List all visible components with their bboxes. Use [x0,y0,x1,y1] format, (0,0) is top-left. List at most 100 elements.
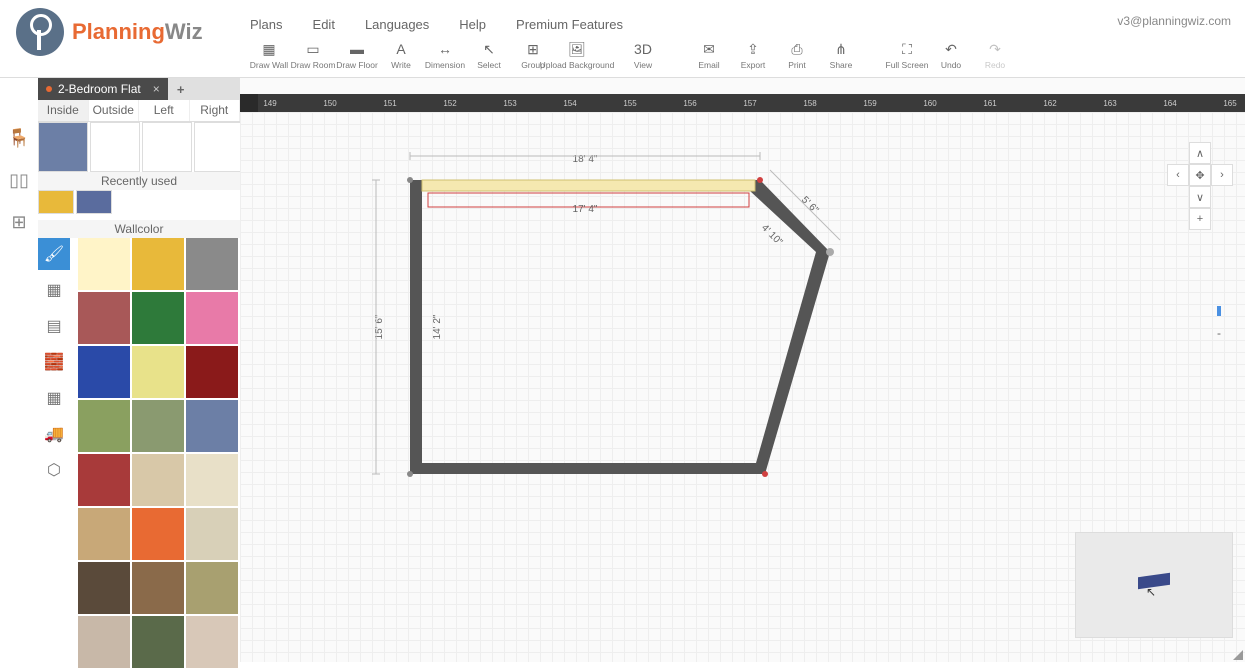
redo-button: ↷Redo [974,40,1016,70]
export-button[interactable]: ⇪Export [732,40,774,70]
ruler-tick: 154 [540,99,600,108]
draw-room-button[interactable]: ▭Draw Room [292,40,334,70]
menu-edit[interactable]: Edit [313,17,335,32]
fullscreen-button[interactable]: ⛶Full Screen [886,40,928,70]
logo[interactable]: PlanningWiz [16,8,203,56]
ruler-tick: 157 [720,99,780,108]
color-swatch[interactable] [186,508,238,560]
pan-left-button[interactable]: ‹ [1167,164,1189,186]
vertex-handle[interactable] [762,471,768,477]
menu-premium-features[interactable]: Premium Features [516,17,623,32]
email-button[interactable]: ✉Email [688,40,730,70]
color-swatch[interactable] [186,454,238,506]
select-button[interactable]: ↖Select [468,40,510,70]
email-icon: ✉ [700,40,718,58]
user-email[interactable]: v3@planningwiz.com [1117,14,1231,28]
dim-left-inner: 14' 2" [432,314,443,339]
material-truck-button[interactable]: 🚚 [38,418,70,450]
color-swatch[interactable] [132,454,184,506]
view-3d-button[interactable]: 3DView [622,40,664,70]
draw-wall-button[interactable]: ▦Draw Wall [248,40,290,70]
ruler-tick: 164 [1140,99,1200,108]
color-swatch[interactable] [78,238,130,290]
color-swatch[interactable] [78,400,130,452]
recent-swatch[interactable] [76,190,112,214]
menu-languages[interactable]: Languages [365,17,429,32]
layout-icon[interactable]: ⊞ [7,210,31,234]
selected-swatch[interactable] [194,122,244,172]
color-swatch[interactable] [132,346,184,398]
surface-tab-inside[interactable]: Inside [38,100,89,121]
color-swatch[interactable] [132,292,184,344]
group-icon: ⊞ [524,40,542,58]
material-bricks-button[interactable]: 🧱 [38,346,70,378]
zoom-handle[interactable] [1217,306,1221,316]
color-swatch[interactable] [132,562,184,614]
color-swatch[interactable] [186,292,238,344]
doors-icon[interactable]: ▯▯ [7,168,31,192]
color-swatch[interactable] [132,238,184,290]
selected-swatch[interactable] [38,122,88,172]
ruler-tick: 152 [420,99,480,108]
write-button[interactable]: AWrite [380,40,422,70]
tool-label: Redo [985,60,1005,70]
furniture-icon[interactable]: 🪑 [7,126,31,150]
ruler-horizontal: 1491501511521531541551561571581591601611… [240,94,1245,112]
vertex-handle[interactable] [407,471,413,477]
surface-tab-right[interactable]: Right [190,100,241,121]
vertex-handle[interactable] [826,248,834,256]
material-hex-button[interactable]: ⬡ [38,454,70,486]
surface-tab-outside[interactable]: Outside [89,100,140,121]
wall-top-selected[interactable] [422,180,755,191]
color-swatch[interactable] [78,292,130,344]
preview-3d-panel[interactable]: ↖ [1075,532,1233,638]
color-swatch[interactable] [186,400,238,452]
share-button[interactable]: ⋔Share [820,40,862,70]
dimension-button[interactable]: ↔Dimension [424,40,466,70]
material-pattern2-button[interactable]: ▤ [38,310,70,342]
material-type-tools: 🖌 ▦ ▤ 🧱 ▦ 🚚 ⬡ [38,238,74,486]
pan-up-button[interactable]: ∧ [1189,142,1211,164]
color-swatch[interactable] [78,454,130,506]
tool-label: Share [830,60,853,70]
color-swatch[interactable] [186,562,238,614]
pan-right-button[interactable]: › [1211,164,1233,186]
tab-2-bedroom-flat[interactable]: 2-Bedroom Flat × [38,78,168,100]
print-button[interactable]: ⎙Print [776,40,818,70]
add-tab-button[interactable]: + [168,78,194,100]
color-swatch[interactable] [186,238,238,290]
material-roller-button[interactable]: 🖌 [38,238,70,270]
pan-down-button[interactable]: ∨ [1189,186,1211,208]
color-swatch[interactable] [132,616,184,668]
color-swatch[interactable] [78,616,130,668]
zoom-slider[interactable]: - [1217,288,1227,378]
material-pattern1-button[interactable]: ▦ [38,274,70,306]
color-swatch[interactable] [78,562,130,614]
color-swatch[interactable] [78,508,130,560]
selected-swatch[interactable] [90,122,140,172]
recent-swatch[interactable] [38,190,74,214]
color-swatch[interactable] [186,616,238,668]
close-icon[interactable]: × [153,82,160,96]
pan-center-button[interactable]: ✥ [1189,164,1211,186]
draw-floor-button[interactable]: ▬Draw Floor [336,40,378,70]
color-swatch[interactable] [132,508,184,560]
zoom-in-button[interactable]: + [1189,208,1211,230]
vertex-handle[interactable] [407,177,413,183]
undo-button[interactable]: ↶Undo [930,40,972,70]
color-swatch[interactable] [186,346,238,398]
zoom-out-label[interactable]: - [1217,326,1221,340]
color-swatch[interactable] [132,400,184,452]
material-grid-button[interactable]: ▦ [38,382,70,414]
upload-bg-button[interactable]: 🖼Upload Background [556,40,598,70]
selected-swatch[interactable] [142,122,192,172]
print-icon: ⎙ [788,40,806,58]
resize-handle[interactable] [1233,650,1243,660]
vertex-handle[interactable] [757,177,763,183]
surface-tab-left[interactable]: Left [139,100,190,121]
room-drawing[interactable]: 18' 4" 17' 4" 15' 6" 14' 2" 5' 6" 4' 10" [240,112,940,612]
color-swatch[interactable] [78,346,130,398]
menu-plans[interactable]: Plans [250,17,283,32]
draw-wall-icon: ▦ [260,40,278,58]
menu-help[interactable]: Help [459,17,486,32]
